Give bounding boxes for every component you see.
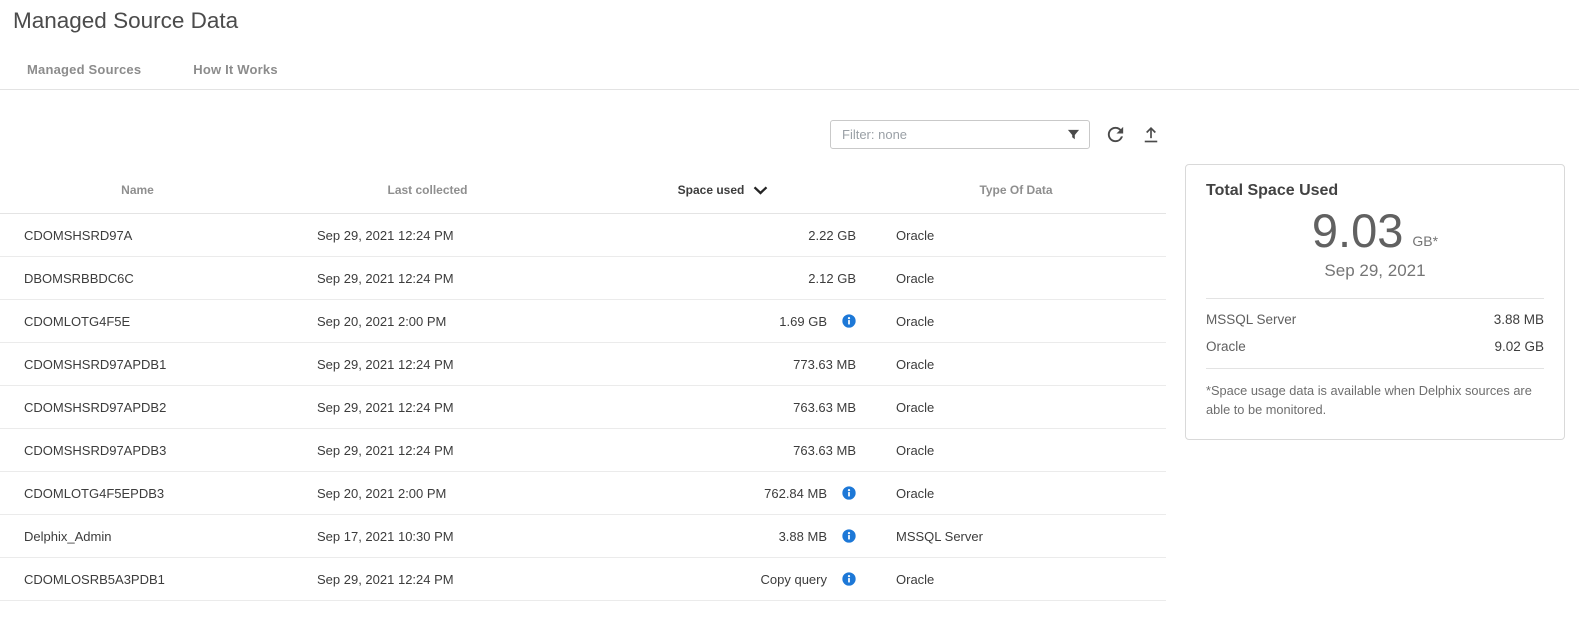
table-row[interactable]: DBOMSRBBDC6C Sep 29, 2021 12:24 PM 2.12 … (0, 257, 1166, 300)
space-used-value: 763.63 MB (793, 443, 856, 458)
type-of-data-value: Oracle (866, 443, 1166, 458)
space-used-cell: 773.63 MB (580, 357, 866, 372)
breakdown-value: 9.02 GB (1494, 339, 1544, 354)
last-collected-value: Sep 20, 2021 2:00 PM (275, 314, 580, 329)
source-name: DBOMSRBBDC6C (0, 271, 275, 286)
space-used-cell: 2.22 GB (580, 228, 866, 243)
breakdown-row-oracle: Oracle 9.02 GB (1206, 333, 1544, 360)
space-used-value: 1.69 GB (779, 314, 827, 329)
breakdown-row-mssql: MSSQL Server 3.88 MB (1206, 306, 1544, 333)
total-space-unit: GB* (1412, 233, 1438, 258)
column-header-space-used-label: Space used (678, 183, 745, 197)
info-icon[interactable] (842, 486, 856, 500)
space-used-value: Copy query (761, 572, 827, 587)
column-header-last-collected[interactable]: Last collected (275, 183, 580, 197)
space-used-cell: 3.88 MB (580, 529, 866, 544)
info-icon[interactable] (842, 529, 856, 543)
export-button[interactable] (1141, 124, 1161, 144)
tab-managed-sources[interactable]: Managed Sources (27, 62, 141, 77)
space-used-cell: 1.69 GB (580, 314, 866, 329)
table-row[interactable]: Delphix_Admin Sep 17, 2021 10:30 PM 3.88… (0, 515, 1166, 558)
type-of-data-value: Oracle (866, 314, 1166, 329)
table-row[interactable]: CDOMLOTG4F5EPDB3 Sep 20, 2021 2:00 PM 76… (0, 472, 1166, 515)
space-breakdown-list: MSSQL Server 3.88 MB Oracle 9.02 GB (1206, 298, 1544, 360)
refresh-icon (1104, 123, 1127, 146)
total-space-used-panel: Total Space Used 9.03 GB* Sep 29, 2021 M… (1185, 164, 1565, 440)
space-used-cell: 762.84 MB (580, 486, 866, 501)
source-name: CDOMLOSRB5A3PDB1 (0, 572, 275, 587)
type-of-data-value: Oracle (866, 357, 1166, 372)
table-row[interactable]: CDOMSHSRD97APDB1 Sep 29, 2021 12:24 PM 7… (0, 343, 1166, 386)
filter-input[interactable] (830, 120, 1090, 149)
info-icon[interactable] (842, 572, 856, 586)
as-of-date: Sep 29, 2021 (1206, 261, 1544, 281)
column-header-name[interactable]: Name (0, 183, 275, 197)
space-used-value: 762.84 MB (764, 486, 827, 501)
source-name: CDOMLOTG4F5EPDB3 (0, 486, 275, 501)
source-name: CDOMSHSRD97APDB1 (0, 357, 275, 372)
total-space-value: 9.03 (1312, 204, 1403, 258)
space-used-cell: 763.63 MB (580, 400, 866, 415)
space-used-cell: 2.12 GB (580, 271, 866, 286)
total-space-row: 9.03 GB* (1206, 204, 1544, 258)
type-of-data-value: Oracle (866, 486, 1166, 501)
last-collected-value: Sep 20, 2021 2:00 PM (275, 486, 580, 501)
last-collected-value: Sep 17, 2021 10:30 PM (275, 529, 580, 544)
sort-desc-chevron-down-icon (753, 186, 768, 195)
info-icon[interactable] (842, 314, 856, 328)
column-header-type-of-data[interactable]: Type Of Data (866, 183, 1166, 197)
last-collected-value: Sep 29, 2021 12:24 PM (275, 443, 580, 458)
export-upload-icon (1141, 124, 1161, 144)
panel-divider (1206, 368, 1544, 369)
last-collected-value: Sep 29, 2021 12:24 PM (275, 271, 580, 286)
type-of-data-value: Oracle (866, 228, 1166, 243)
type-of-data-value: MSSQL Server (866, 529, 1166, 544)
breakdown-value: 3.88 MB (1494, 312, 1544, 327)
filter-box (830, 120, 1090, 149)
source-name: CDOMSHSRD97APDB3 (0, 443, 275, 458)
table-row[interactable]: CDOMLOTG4F5E Sep 20, 2021 2:00 PM 1.69 G… (0, 300, 1166, 343)
breakdown-label: Oracle (1206, 339, 1246, 354)
table-body: CDOMSHSRD97A Sep 29, 2021 12:24 PM 2.22 … (0, 214, 1166, 601)
source-name: CDOMSHSRD97A (0, 228, 275, 243)
space-usage-footnote: *Space usage data is available when Delp… (1206, 382, 1544, 419)
space-used-value: 763.63 MB (793, 400, 856, 415)
tab-how-it-works[interactable]: How It Works (193, 62, 278, 77)
space-used-value: 3.88 MB (779, 529, 827, 544)
source-name: CDOMSHSRD97APDB2 (0, 400, 275, 415)
table-row[interactable]: CDOMSHSRD97APDB3 Sep 29, 2021 12:24 PM 7… (0, 429, 1166, 472)
type-of-data-value: Oracle (866, 400, 1166, 415)
source-name: CDOMLOTG4F5E (0, 314, 275, 329)
table-row[interactable]: CDOMLOSRB5A3PDB1 Sep 29, 2021 12:24 PM C… (0, 558, 1166, 601)
table-header: Name Last collected Space used Type Of D… (0, 167, 1166, 214)
column-header-space-used[interactable]: Space used (580, 183, 866, 197)
summary-section: Total Space Used 9.03 GB* Sep 29, 2021 M… (1185, 164, 1565, 440)
space-used-cell: Copy query (580, 572, 866, 587)
toolbar (0, 119, 1166, 149)
space-used-cell: 763.63 MB (580, 443, 866, 458)
refresh-button[interactable] (1104, 123, 1127, 146)
content: Name Last collected Space used Type Of D… (0, 90, 1579, 601)
type-of-data-value: Oracle (866, 572, 1166, 587)
last-collected-value: Sep 29, 2021 12:24 PM (275, 228, 580, 243)
page-title: Managed Source Data (0, 0, 1579, 35)
type-of-data-value: Oracle (866, 271, 1166, 286)
breakdown-label: MSSQL Server (1206, 312, 1296, 327)
last-collected-value: Sep 29, 2021 12:24 PM (275, 357, 580, 372)
space-used-value: 2.12 GB (808, 271, 856, 286)
table-row[interactable]: CDOMSHSRD97A Sep 29, 2021 12:24 PM 2.22 … (0, 214, 1166, 257)
table-row[interactable]: CDOMSHSRD97APDB2 Sep 29, 2021 12:24 PM 7… (0, 386, 1166, 429)
source-name: Delphix_Admin (0, 529, 275, 544)
space-used-value: 773.63 MB (793, 357, 856, 372)
table-section: Name Last collected Space used Type Of D… (0, 90, 1166, 601)
panel-title: Total Space Used (1206, 182, 1544, 200)
last-collected-value: Sep 29, 2021 12:24 PM (275, 400, 580, 415)
last-collected-value: Sep 29, 2021 12:24 PM (275, 572, 580, 587)
filter-funnel-icon[interactable] (1067, 128, 1080, 146)
tab-bar: Managed Sources How It Works (0, 62, 1579, 77)
space-used-value: 2.22 GB (808, 228, 856, 243)
